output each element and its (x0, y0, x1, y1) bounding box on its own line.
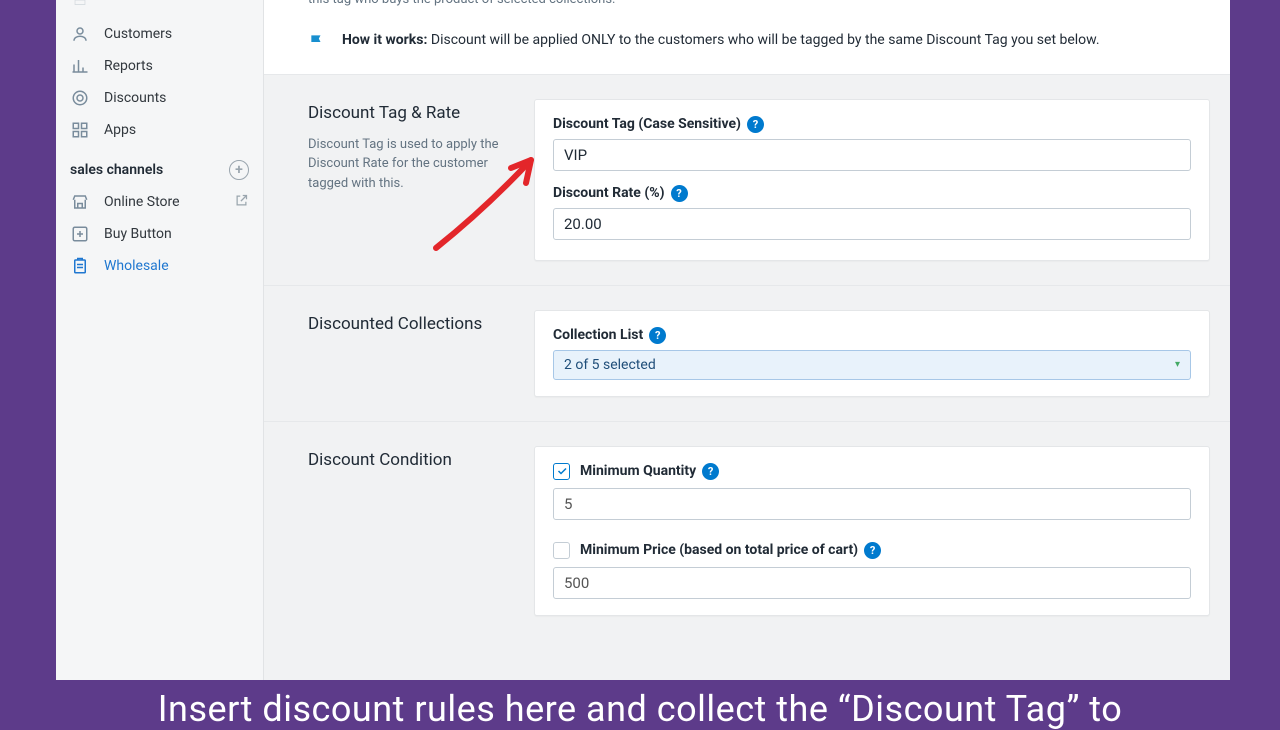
add-channel-button[interactable]: + (229, 160, 249, 180)
grid-icon (70, 120, 90, 140)
external-link-icon[interactable] (234, 193, 249, 212)
sidebar-item-label: Online Store (104, 194, 180, 210)
sidebar-item-online-store[interactable]: Online Store (56, 186, 263, 218)
sidebar-item-label: Reports (104, 58, 153, 74)
min-qty-input[interactable] (553, 488, 1191, 520)
sidebar-item-wholesale[interactable]: Wholesale (56, 250, 263, 282)
how-it-works-row: How it works: Discount will be applied O… (308, 32, 1186, 56)
section-label: sales channels (70, 162, 163, 178)
help-icon[interactable]: ? (649, 327, 666, 344)
hiw-label: How it works: (342, 32, 427, 48)
tag-icon (70, 88, 90, 108)
chart-icon (70, 56, 90, 76)
hiw-text: Discount will be applied ONLY to the cus… (431, 32, 1100, 48)
sidebar: ▭ Customers Reports Discounts Apps (56, 0, 264, 680)
section-tag-rate: Discount Tag & Rate Discount Tag is used… (264, 74, 1230, 285)
discount-tag-label: Discount Tag (Case Sensitive) (553, 116, 741, 132)
sidebar-item-label: Customers (104, 26, 172, 42)
store-icon (70, 192, 90, 212)
plus-square-icon (70, 224, 90, 244)
card-tag-rate: Discount Tag (Case Sensitive) ? Discount… (534, 99, 1210, 261)
sidebar-item-label: Apps (104, 122, 136, 138)
tag-icon: ▭ (70, 0, 90, 12)
slide-caption: Insert discount rules here and collect t… (0, 688, 1280, 730)
sidebar-item-label: Wholesale (104, 258, 169, 274)
flag-icon (308, 32, 328, 56)
section-condition: Discount Condition Minimum Quantity ? (264, 421, 1230, 640)
section-help: Discount Tag is used to apply the Discou… (308, 135, 504, 194)
discount-rate-input[interactable] (553, 208, 1191, 240)
card-condition: Minimum Quantity ? Minimum Price (based … (534, 446, 1210, 616)
help-icon[interactable]: ? (747, 116, 764, 133)
min-price-checkbox[interactable] (553, 542, 570, 559)
main-panel: this tag who buys the product of selecte… (264, 0, 1230, 680)
sidebar-item-apps[interactable]: Apps (56, 114, 263, 146)
discount-tag-input[interactable] (553, 139, 1191, 171)
sidebar-item-buy-button[interactable]: Buy Button (56, 218, 263, 250)
section-collections: Discounted Collections Collection List ?… (264, 285, 1230, 421)
card-collections: Collection List ? 2 of 5 selected ▾ (534, 310, 1210, 397)
sidebar-item-reports[interactable]: Reports (56, 50, 263, 82)
sidebar-item-products-cut[interactable]: ▭ (56, 0, 263, 18)
multiselect-summary: 2 of 5 selected (564, 357, 656, 373)
help-icon[interactable]: ? (864, 542, 881, 559)
sidebar-item-customers[interactable]: Customers (56, 18, 263, 50)
sidebar-item-discounts[interactable]: Discounts (56, 82, 263, 114)
min-price-label: Minimum Price (based on total price of c… (580, 542, 858, 558)
min-qty-checkbox[interactable] (553, 463, 570, 480)
discount-rate-label: Discount Rate (%) (553, 185, 665, 201)
collection-list-label: Collection List (553, 327, 643, 343)
section-title: Discount Tag & Rate (308, 103, 504, 123)
collection-multiselect[interactable]: 2 of 5 selected ▾ (553, 350, 1191, 380)
user-icon (70, 24, 90, 44)
sidebar-section-channels: sales channels + (56, 146, 263, 186)
section-title: Discounted Collections (308, 314, 504, 334)
min-qty-label: Minimum Quantity (580, 463, 696, 479)
help-icon[interactable]: ? (671, 185, 688, 202)
min-price-input[interactable] (553, 567, 1191, 599)
clipboard-icon (70, 256, 90, 276)
help-icon[interactable]: ? (702, 463, 719, 480)
sidebar-item-label: Buy Button (104, 226, 172, 242)
description-truncated: this tag who buys the product of selecte… (308, 0, 1186, 10)
sidebar-item-label: Discounts (104, 90, 166, 106)
chevron-down-icon: ▾ (1175, 359, 1180, 370)
section-title: Discount Condition (308, 450, 504, 470)
